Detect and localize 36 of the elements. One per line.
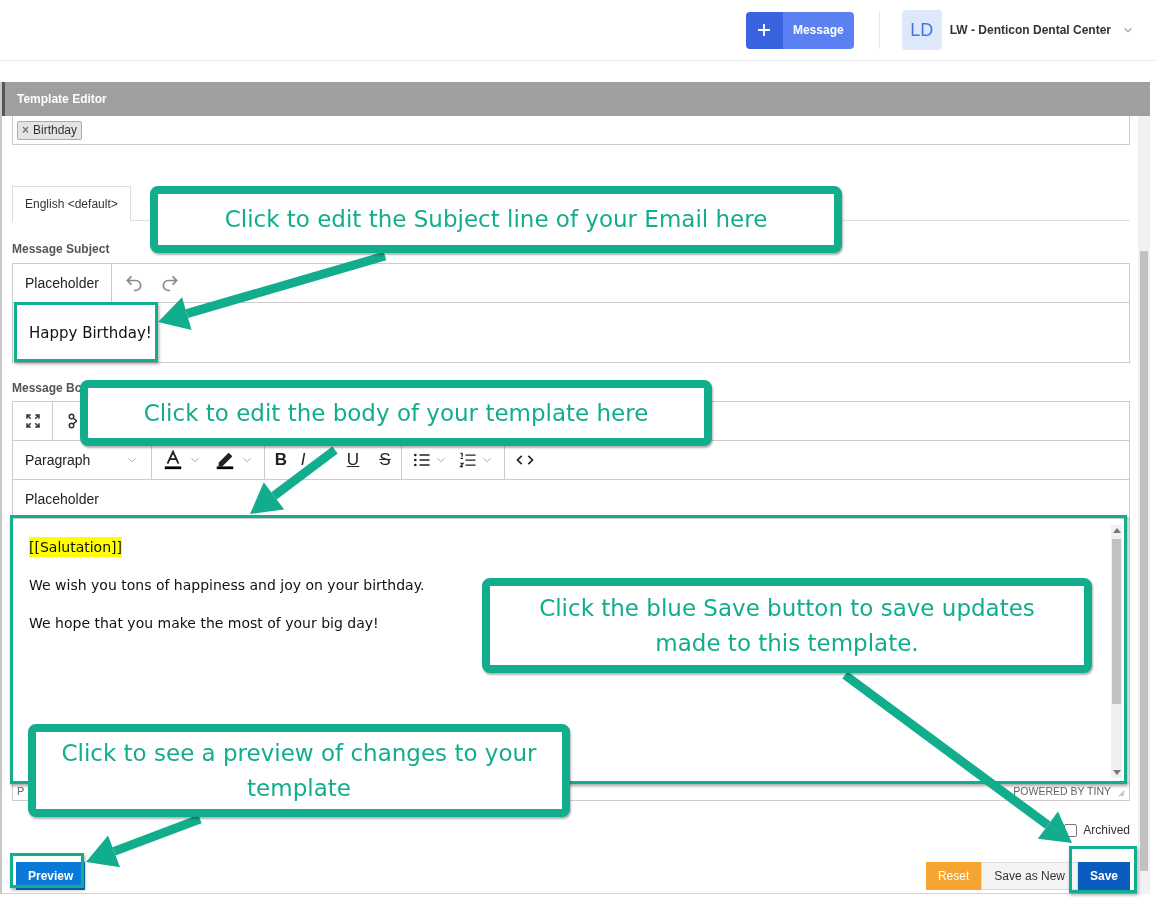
save-as-new-button[interactable]: Save as New	[981, 862, 1078, 890]
preview-button[interactable]: Preview	[16, 862, 86, 890]
highlight-frame	[1069, 846, 1137, 893]
callout-tooltip: Click the blue Save button to save updates made to this template.	[482, 578, 1092, 673]
language-tab[interactable]: English <default>	[12, 186, 131, 222]
checkbox-label: Archived	[1083, 822, 1130, 839]
account-name[interactable]: LW - Denticon Dental Center	[949, 21, 1111, 39]
remove-tag-button[interactable]: ×	[22, 121, 29, 139]
italic-button[interactable]: I	[293, 449, 313, 471]
save-button[interactable]: Save	[1077, 862, 1130, 890]
element-path: P	[17, 784, 25, 800]
fullscreen-icon[interactable]	[23, 412, 42, 430]
placeholder-menu[interactable]: Placeholder	[13, 264, 112, 302]
field-label: Message Subject	[12, 241, 111, 255]
body-paragraph: We wish you tons of happiness and joy on your birthday.	[29, 576, 425, 595]
panel-header: Template Editor	[2, 82, 1150, 116]
text-color-icon[interactable]	[162, 449, 184, 471]
placeholder-menu[interactable]: Placeholder	[13, 480, 111, 518]
undo-icon[interactable]	[123, 273, 144, 293]
strike-button[interactable]: S	[375, 449, 395, 471]
tag-label: Birthday	[33, 122, 78, 139]
body-paragraph: We hope that you make the most of your big day!	[29, 614, 379, 633]
branding-link[interactable]: POWERED BY TINY	[1013, 783, 1111, 800]
bold-button[interactable]: B	[271, 449, 291, 471]
callout-tooltip: Click to edit the Subject line of your Email here	[150, 186, 842, 253]
scrollbar[interactable]	[1138, 116, 1150, 894]
body-paragraph: [[Salutation]]	[29, 537, 122, 557]
avatar: LD	[901, 10, 942, 50]
format-dropdown[interactable]: Paragraph	[13, 449, 151, 471]
numbered-list-icon[interactable]	[458, 450, 478, 470]
message-body-editor[interactable]: [[Salutation]] We wish you tons of happiness and joy on your birthday. We hope that you make the most of your big day!	[18, 524, 429, 637]
callout-tooltip: Click to see a preview of changes to your template	[28, 724, 570, 817]
scrollbar[interactable]	[1111, 525, 1122, 778]
underline-button[interactable]: U	[343, 449, 363, 471]
subject-text[interactable]: Happy Birthday!	[29, 321, 152, 345]
callout-tooltip: Click to edit the body of your template here	[80, 380, 712, 446]
